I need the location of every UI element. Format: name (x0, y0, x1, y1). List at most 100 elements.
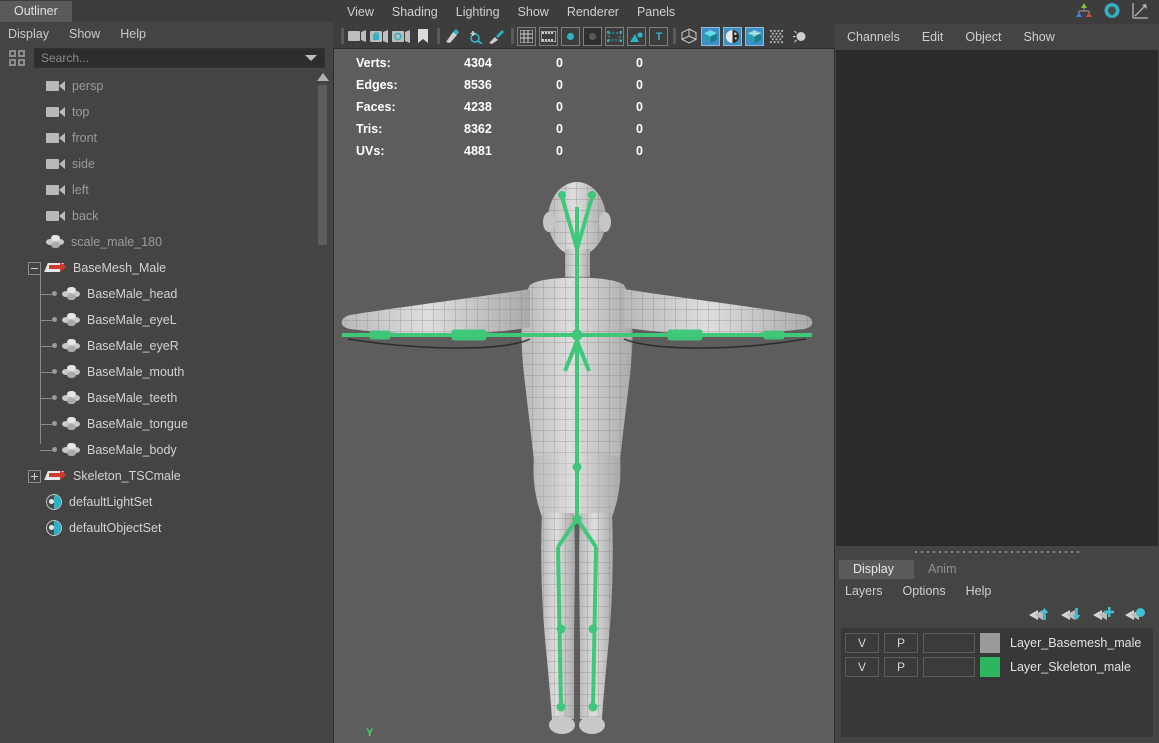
camera-lock-icon[interactable] (369, 27, 388, 46)
outliner-item-basemale-tongue[interactable]: BaseMale_tongue (0, 411, 333, 437)
outliner-item-skeleton-tscmale[interactable]: Skeleton_TSCmale (0, 463, 333, 489)
outliner-item-basemale-eyel[interactable]: BaseMale_eyeL (0, 307, 333, 333)
menu-panels[interactable]: Panels (637, 5, 675, 19)
menu-show[interactable]: Show (69, 27, 100, 41)
safe-action-icon[interactable] (627, 26, 646, 46)
menu-options[interactable]: Options (903, 584, 946, 598)
channel-box[interactable] (836, 50, 1158, 546)
outliner-item-left[interactable]: left (0, 177, 333, 203)
menu-channels[interactable]: Channels (847, 30, 900, 44)
menu-layers[interactable]: Layers (845, 584, 883, 598)
outliner-item-basemesh-male[interactable]: BaseMesh_Male (0, 255, 333, 281)
new-layer-icon[interactable] (1093, 607, 1114, 622)
layer-row[interactable]: V P Layer_Skeleton_male (841, 655, 1153, 679)
outliner-item-basemale-eyer[interactable]: BaseMale_eyeR (0, 333, 333, 359)
safe-title-icon[interactable]: T (649, 26, 668, 46)
layer-color-swatch[interactable] (980, 657, 1000, 677)
resize-dot (1035, 551, 1037, 553)
grid-icon[interactable] (517, 26, 536, 46)
menu-renderer[interactable]: Renderer (567, 5, 619, 19)
outliner-item-back[interactable]: back (0, 203, 333, 229)
menu-help[interactable]: Help (120, 27, 146, 41)
menu-show[interactable]: Show (518, 5, 549, 19)
menu-object[interactable]: Object (965, 30, 1001, 44)
tab-display[interactable]: Display (839, 560, 914, 579)
outliner-item-basemale-mouth[interactable]: BaseMale_mouth (0, 359, 333, 385)
attribute-editor-icon[interactable] (1103, 2, 1121, 23)
layer-display-type-toggle[interactable] (923, 633, 975, 653)
layer-display-type-toggle[interactable] (923, 657, 975, 677)
resolution-gate-icon[interactable] (561, 26, 580, 46)
tree-expander-expand[interactable] (28, 469, 41, 483)
smooth-shading-icon[interactable] (701, 26, 720, 46)
chevron-down-icon[interactable] (305, 55, 317, 61)
field-chart-icon[interactable] (605, 26, 624, 46)
move-layer-down-icon[interactable] (1061, 608, 1081, 622)
film-gate-icon[interactable] (539, 26, 558, 46)
tree-branch-dot (52, 291, 57, 296)
outliner-scrollbar[interactable] (317, 71, 329, 743)
outliner-item-defaultobjectset[interactable]: defaultObjectSet (0, 515, 333, 541)
gate-mask-icon[interactable] (583, 26, 602, 46)
tab-outliner[interactable]: Outliner (0, 1, 72, 22)
textured-shading-icon[interactable] (745, 26, 764, 46)
outliner-item-persp[interactable]: persp (0, 73, 333, 99)
image-plane-icon[interactable] (465, 27, 484, 46)
menu-display[interactable]: Display (8, 27, 49, 41)
layer-name-label: Layer_Basemesh_male (1010, 636, 1142, 650)
xray-shading-icon[interactable] (767, 27, 786, 46)
menu-view[interactable]: View (347, 5, 374, 19)
outliner-tree-container[interactable]: persp top front side left back scale_male_180 B… (0, 71, 333, 743)
layer-playback-toggle[interactable]: P (884, 633, 918, 653)
move-layer-up-icon[interactable] (1029, 608, 1049, 622)
outliner-item-scale-male-180[interactable]: scale_male_180 (0, 229, 333, 255)
menu-lighting[interactable]: Lighting (456, 5, 500, 19)
outliner-item-basemale-body[interactable]: BaseMale_body (0, 437, 333, 463)
frame-selection-icon[interactable] (6, 48, 28, 68)
outliner-item-basemale-head[interactable]: BaseMale_head (0, 281, 333, 307)
resize-dot (1017, 551, 1019, 553)
scene-hierarchy-icon[interactable] (1075, 2, 1093, 23)
outliner-item-label: BaseMesh_Male (73, 261, 167, 275)
camera-icon[interactable] (347, 27, 366, 46)
graph-editor-icon[interactable] (1131, 2, 1149, 23)
layer-playback-toggle[interactable]: P (884, 657, 918, 677)
outliner-item-front[interactable]: front (0, 125, 333, 151)
layer-visibility-toggle[interactable]: V (845, 657, 879, 677)
smooth-shade-all-icon[interactable] (723, 26, 742, 46)
bookmark-icon[interactable] (413, 27, 432, 46)
outliner-item-basemale-teeth[interactable]: BaseMale_teeth (0, 385, 333, 411)
resize-dot (981, 551, 983, 553)
search-input[interactable]: Search... (34, 48, 325, 68)
tree-expander-collapse[interactable] (28, 261, 41, 275)
viewport-3d-canvas[interactable]: Verts: 4304 0 0 Edges: 8536 0 0 Faces: 4238 0 0 Tris… (333, 49, 835, 743)
grease-pencil-icon[interactable] (443, 27, 462, 46)
menu-edit[interactable]: Edit (922, 30, 944, 44)
wireframe-shading-icon[interactable] (679, 27, 698, 46)
menu-shading[interactable]: Shading (392, 5, 438, 19)
paint-tool-icon[interactable] (487, 27, 506, 46)
lighting-icon[interactable] (789, 27, 808, 46)
viewport-menubar: View Shading Lighting Show Renderer Pane… (333, 0, 835, 24)
camera-attributes-icon[interactable] (391, 27, 410, 46)
layer-list[interactable]: V P Layer_Basemesh_male V P Layer_Skeleton_ma… (841, 628, 1153, 737)
panel-resize-handle[interactable] (835, 546, 1159, 558)
outliner-item-defaultlightset[interactable]: defaultLightSet (0, 489, 333, 515)
scrollbar-thumb[interactable] (318, 85, 327, 245)
scroll-up-arrow-icon[interactable] (317, 73, 329, 81)
camera-icon (46, 184, 65, 196)
tab-anim[interactable]: Anim (914, 560, 977, 579)
layer-color-swatch[interactable] (980, 633, 1000, 653)
layer-row[interactable]: V P Layer_Basemesh_male (841, 631, 1153, 655)
menu-show[interactable]: Show (1024, 30, 1055, 44)
layer-visibility-toggle[interactable]: V (845, 633, 879, 653)
new-layer-from-selected-icon[interactable] (1125, 608, 1145, 622)
outliner-item-top[interactable]: top (0, 99, 333, 125)
tree-branch-line (40, 372, 52, 373)
mesh-icon (62, 417, 80, 431)
hud-stat-selected: 0 (556, 56, 563, 70)
camera-icon (46, 80, 65, 92)
outliner-item-side[interactable]: side (0, 151, 333, 177)
mesh-icon (62, 339, 80, 353)
menu-help[interactable]: Help (966, 584, 992, 598)
